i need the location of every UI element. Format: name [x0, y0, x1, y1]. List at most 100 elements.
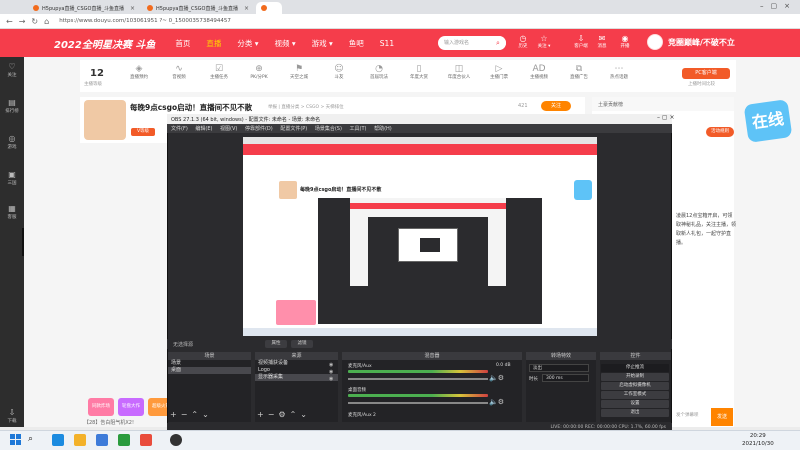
menu-help[interactable]: 帮助(H): [374, 126, 392, 132]
studio-mode-button[interactable]: 工作室模式: [601, 391, 669, 399]
box-icon[interactable]: ▦ 客服: [0, 204, 24, 222]
room-meta[interactable]: 举报 | 直播分类 > CSGO > 天梯排位: [268, 104, 344, 110]
reload-icon[interactable]: ↻: [31, 17, 38, 26]
obs-window-controls[interactable]: – ▢ ×: [657, 114, 675, 121]
close-icon[interactable]: ×: [130, 5, 135, 12]
nav-live[interactable]: 直播: [206, 38, 221, 49]
menu-file[interactable]: 文件(F): [171, 126, 188, 132]
gamepad-icon[interactable]: ◎ 游戏: [0, 134, 24, 152]
virtual-camera-button[interactable]: 启动虚拟摄像机: [601, 382, 669, 390]
menu-scene-collection[interactable]: 场景集合(S): [315, 126, 342, 132]
browser-tab-active[interactable]: [256, 2, 282, 14]
store-icon[interactable]: [96, 434, 108, 446]
file-explorer-icon[interactable]: [74, 434, 86, 446]
browser-tab[interactable]: H5pupya直播_CSGO直播_斗鱼直播 ×: [142, 2, 254, 14]
cat-item[interactable]: ☑ 主播任务: [206, 64, 232, 81]
contribution-rank-tab[interactable]: 土豪贡献榜: [592, 97, 734, 111]
gift-icon[interactable]: ⇩ 下载: [0, 408, 24, 426]
menu-view[interactable]: 视图(V): [220, 126, 237, 132]
source-item[interactable]: 显示器采集: [255, 374, 338, 381]
nav-category[interactable]: 分类 ▾: [237, 38, 258, 49]
star-icon[interactable]: ☆ 关注 ▾: [535, 34, 553, 50]
anchor-level-label: 主播等级: [84, 82, 102, 87]
source-item[interactable]: Logo: [255, 367, 338, 374]
scene-toolbar[interactable]: +−⌃⌄: [170, 410, 213, 420]
user-avatar[interactable]: [647, 34, 663, 50]
cat-item[interactable]: ⋯ 热点话题: [606, 64, 632, 81]
filters-button[interactable]: 滤镜: [291, 340, 313, 348]
speaker-icon[interactable]: 🔈⚙: [489, 398, 504, 406]
close-icon[interactable]: ×: [244, 5, 249, 12]
cat-item[interactable]: ▷ 主播门票: [486, 64, 512, 81]
source-visibility-icons[interactable]: ◉ ◉ ◉: [329, 362, 337, 383]
chat-input[interactable]: 发个弹幕呗: [676, 408, 716, 422]
menu-tools[interactable]: 工具(T): [350, 126, 367, 132]
upload-icon[interactable]: ⇩ 客户端: [572, 34, 590, 50]
cat-item[interactable]: ∿ 音视频: [166, 64, 192, 81]
cat-item[interactable]: ◫ 年度合伙人: [446, 64, 472, 81]
gift-item[interactable]: 同款炸场: [88, 398, 114, 416]
browser-tab[interactable]: H5pupya直播_CSGO直播_斗鱼直播 ×: [28, 2, 140, 14]
source-toolbar: 无选择源: [167, 339, 672, 349]
menu-profile[interactable]: 配置文件(P): [280, 126, 307, 132]
history-icon[interactable]: ◷ 历史: [514, 34, 532, 50]
source-item[interactable]: 视频捕获设备: [255, 360, 338, 367]
follow-icon[interactable]: ♡ 关注: [0, 62, 24, 80]
speaker-icon[interactable]: 🔈⚙: [489, 374, 504, 382]
rank-icon[interactable]: ▤ 排行榜: [0, 98, 24, 116]
chrome-icon[interactable]: [140, 434, 152, 446]
scene-item[interactable]: 桌面: [168, 367, 251, 374]
cat-item[interactable]: ◈ 直播预约: [126, 64, 152, 81]
search-icon[interactable]: ⌕: [490, 36, 506, 50]
home-icon[interactable]: ⌂: [44, 17, 49, 26]
search-icon[interactable]: ⌕: [28, 434, 33, 444]
cat-item[interactable]: ⊕ PK/分PK: [246, 64, 272, 81]
obs-taskbar-icon[interactable]: [170, 434, 182, 446]
follow-button[interactable]: 关注: [541, 101, 571, 111]
transition-type-select[interactable]: 淡出: [529, 364, 589, 372]
scene-item[interactable]: 场景: [168, 360, 251, 367]
cat-item[interactable]: ☺ 斗友: [326, 64, 352, 81]
nav-fishbar[interactable]: 鱼吧: [349, 38, 364, 49]
rules-badge[interactable]: 活动规则: [706, 127, 734, 137]
douyu-logo[interactable]: 2022全明星决赛 斗鱼: [54, 36, 155, 51]
cat-item[interactable]: ▯ 年度大赏: [406, 64, 432, 81]
bag-icon[interactable]: ▣ 三国: [0, 170, 24, 188]
room-title: 每晚9点csgo启动！直播间不见不散: [130, 103, 253, 112]
obs-menu-bar: 文件(F) 编辑(E) 视图(V) 停靠部件(D) 配置文件(P) 场景集合(S…: [167, 124, 672, 133]
mascot-widget[interactable]: 在线: [743, 99, 793, 143]
app-icon[interactable]: [118, 434, 130, 446]
nav-s11[interactable]: S11: [380, 39, 394, 48]
window-controls[interactable]: –▢×: [760, 2, 797, 10]
forward-icon[interactable]: →: [19, 17, 26, 26]
url-field[interactable]: https://www.douyu.com/103061951 ?~ 0_150…: [59, 18, 231, 24]
gift-item[interactable]: 轮盘大作: [118, 398, 144, 416]
broadcast-icon[interactable]: ◉ 开播: [616, 34, 634, 50]
edge-icon[interactable]: [52, 434, 64, 446]
preview-room-title: 每晚9点csgo启动！直播间不见不散: [300, 187, 382, 193]
windows-start-icon[interactable]: [10, 434, 21, 445]
stop-streaming-button[interactable]: 停止推流: [601, 364, 669, 372]
cat-item[interactable]: ⧉ 直播广告: [566, 64, 592, 81]
nav-game[interactable]: 游戏 ▾: [312, 38, 333, 49]
back-icon[interactable]: ←: [6, 17, 13, 26]
start-recording-button[interactable]: 开始录制: [601, 373, 669, 381]
send-button[interactable]: 发送: [711, 408, 733, 426]
cat-item[interactable]: ⚑ 天空之城: [286, 64, 312, 81]
source-toolbar-buttons[interactable]: +−⚙⌃⌄: [257, 410, 311, 420]
cat-item[interactable]: ◔ 首届玩法: [366, 64, 392, 81]
exit-button[interactable]: 退出: [601, 409, 669, 417]
menu-edit[interactable]: 编辑(E): [195, 126, 212, 132]
menu-docks[interactable]: 停靠部件(D): [245, 126, 273, 132]
nav-video[interactable]: 视频 ▾: [274, 38, 295, 49]
settings-button[interactable]: 设置: [601, 400, 669, 408]
nav-home[interactable]: 首页: [175, 38, 190, 49]
pc-client-button[interactable]: PC客户端: [682, 68, 730, 79]
duration-input[interactable]: 300 ms: [542, 374, 589, 382]
streamer-avatar[interactable]: [84, 100, 126, 140]
chat-icon[interactable]: ✉ 消息: [593, 34, 611, 50]
properties-button[interactable]: 属性: [265, 340, 287, 348]
volume-slider[interactable]: [348, 378, 488, 380]
volume-slider[interactable]: [348, 402, 488, 404]
cat-item[interactable]: AD 主播视频: [526, 64, 552, 81]
